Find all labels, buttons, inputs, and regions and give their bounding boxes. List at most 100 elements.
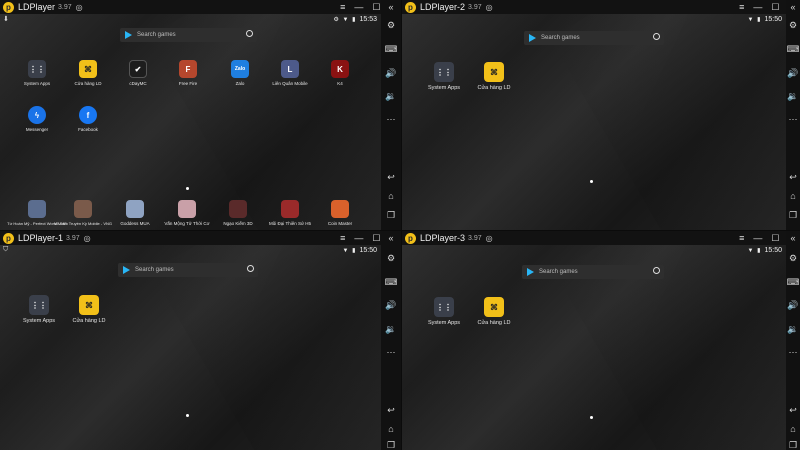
volume-up-icon[interactable]: 🔊 xyxy=(384,66,398,80)
app-label: Zalo xyxy=(235,81,245,86)
android-screen[interactable]: ⛉ ▼ ▮ 15:50 Search games ⋮⋮ System Apps … xyxy=(0,245,381,450)
keyboard-icon[interactable]: ⌨ xyxy=(786,275,800,289)
home-icon[interactable]: ⌂ xyxy=(384,422,398,436)
volume-up-icon[interactable]: 🔊 xyxy=(786,298,800,312)
menu-button[interactable]: ≡ xyxy=(739,2,744,12)
volume-up-icon[interactable]: 🔊 xyxy=(384,298,398,312)
app-label: System Apps xyxy=(427,85,461,91)
android-screen[interactable]: ⬇ ⚙ ▼ ▮ 15:53 Search games ⋮⋮ System App… xyxy=(0,14,381,230)
maximize-button[interactable]: ☐ xyxy=(372,233,380,244)
app-label: Cửa hàng LD xyxy=(72,318,106,324)
collapse-icon[interactable]: « xyxy=(384,0,398,14)
gamepad-icon[interactable]: ◎ xyxy=(76,3,83,12)
collapse-icon[interactable]: « xyxy=(786,231,800,245)
search-bar[interactable]: Search games xyxy=(522,265,664,279)
page-indicator xyxy=(186,187,189,190)
recents-icon[interactable]: ❐ xyxy=(786,208,800,222)
dock-app[interactable]: Coin Master xyxy=(320,200,360,226)
right-toolbar: « ⚙ ⌨ 🔊 🔉 ⋯ ↩ ⌂ ❐ xyxy=(381,0,401,230)
more-icon[interactable]: ⋯ xyxy=(786,345,800,359)
keyboard-icon[interactable]: ⌨ xyxy=(384,42,398,56)
search-icon[interactable] xyxy=(653,267,660,274)
recents-icon[interactable]: ❐ xyxy=(786,438,800,450)
recents-icon[interactable]: ❐ xyxy=(384,208,398,222)
app-messenger[interactable]: ϟ Messenger xyxy=(17,106,57,132)
search-icon[interactable] xyxy=(246,30,253,37)
gear-icon[interactable]: ⚙ xyxy=(384,251,398,265)
gamepad-icon[interactable]: ◎ xyxy=(486,3,493,12)
app-ld-store[interactable]: ⌘ Cửa hàng LD xyxy=(474,297,514,326)
search-bar[interactable]: Search games xyxy=(524,31,664,45)
maximize-button[interactable]: ☐ xyxy=(771,233,779,244)
app-free-fire[interactable]: F Free Fire xyxy=(168,60,208,86)
minimize-button[interactable]: — xyxy=(753,233,762,243)
volume-down-icon[interactable]: 🔉 xyxy=(786,322,800,336)
app-k4[interactable]: K K4 xyxy=(320,60,360,86)
back-icon[interactable]: ↩ xyxy=(384,403,398,417)
app-label: Free Fire xyxy=(178,81,198,86)
more-icon[interactable]: ⋯ xyxy=(384,112,398,126)
dock-app[interactable]: Goddess MUA xyxy=(115,200,155,226)
app-label: cDayMC xyxy=(129,81,147,86)
dock-app[interactable]: Mũi Đại Thiên Sứ H5 xyxy=(269,200,311,226)
recents-icon[interactable]: ❐ xyxy=(384,438,398,450)
search-bar[interactable]: Search games xyxy=(120,28,257,42)
play-store-icon xyxy=(123,266,130,274)
back-icon[interactable]: ↩ xyxy=(786,403,800,417)
game-icon xyxy=(178,200,196,218)
app-system-apps[interactable]: ⋮⋮ System Apps xyxy=(17,60,57,86)
more-icon[interactable]: ⋯ xyxy=(786,112,800,126)
home-icon[interactable]: ⌂ xyxy=(786,422,800,436)
search-bar[interactable]: Search games xyxy=(118,263,258,277)
app-label: Coin Master xyxy=(327,221,353,226)
minimize-button[interactable]: — xyxy=(354,2,363,12)
app-cdaymc[interactable]: ✔ cDayMC xyxy=(118,60,158,86)
app-system-apps[interactable]: ⋮⋮ System Apps xyxy=(19,295,59,324)
app-label: Liên Quân Mobile xyxy=(272,81,308,86)
volume-up-icon[interactable]: 🔊 xyxy=(786,66,800,80)
android-screen[interactable]: ▼ ▮ 15:50 Search games ⋮⋮ System Apps ⌘ … xyxy=(402,245,786,450)
dock-app[interactable]: Ngạo Kiếm 3D xyxy=(218,200,258,226)
back-icon[interactable]: ↩ xyxy=(384,170,398,184)
app-zalo[interactable]: Zalo Zalo xyxy=(220,60,260,86)
app-lien-quan[interactable]: L Liên Quân Mobile xyxy=(270,60,310,86)
more-icon[interactable]: ⋯ xyxy=(384,345,398,359)
keyboard-icon[interactable]: ⌨ xyxy=(786,42,800,56)
right-toolbar: « ⚙ ⌨ 🔊 🔉 ⋯ ↩ ⌂ ❐ xyxy=(786,0,800,230)
app-ld-store[interactable]: ⌘ Cửa hàng LD xyxy=(474,62,514,91)
minimize-button[interactable]: — xyxy=(753,2,762,12)
volume-down-icon[interactable]: 🔉 xyxy=(786,89,800,103)
app-system-apps[interactable]: ⋮⋮ System Apps xyxy=(424,62,464,91)
dock-app[interactable]: Vấn Mộng Tử Thời Cơ xyxy=(164,200,210,226)
collapse-icon[interactable]: « xyxy=(384,231,398,245)
search-icon[interactable] xyxy=(653,33,660,40)
maximize-button[interactable]: ☐ xyxy=(771,2,779,13)
search-placeholder: Search games xyxy=(541,35,580,41)
menu-button[interactable]: ≡ xyxy=(340,233,345,243)
volume-down-icon[interactable]: 🔉 xyxy=(384,89,398,103)
back-icon[interactable]: ↩ xyxy=(786,170,800,184)
maximize-button[interactable]: ☐ xyxy=(372,2,380,13)
volume-down-icon[interactable]: 🔉 xyxy=(384,322,398,336)
dock-app[interactable]: Võ Lâm Truyền Kỳ Mobile - VNG xyxy=(54,200,112,226)
keyboard-icon[interactable]: ⌨ xyxy=(384,275,398,289)
gear-icon[interactable]: ⚙ xyxy=(786,18,800,32)
app-label: Mũi Đại Thiên Sứ H5 xyxy=(269,221,311,226)
gamepad-icon[interactable]: ◎ xyxy=(486,234,493,243)
app-ld-store[interactable]: ⌘ Cửa hàng LD xyxy=(68,60,108,86)
collapse-icon[interactable]: « xyxy=(786,0,800,14)
home-icon[interactable]: ⌂ xyxy=(384,189,398,203)
app-facebook[interactable]: f Facebook xyxy=(68,106,108,132)
minimize-button[interactable]: — xyxy=(354,233,363,243)
menu-button[interactable]: ≡ xyxy=(739,233,744,243)
app-ld-store[interactable]: ⌘ Cửa hàng LD xyxy=(69,295,109,324)
app-system-apps[interactable]: ⋮⋮ System Apps xyxy=(424,297,464,326)
ldplayer-3-window: p LDPlayer-3 3.97 ◎ ≡ — ☐ ✕ ▼ ▮ 15:50 Se… xyxy=(402,231,800,450)
gear-icon[interactable]: ⚙ xyxy=(786,251,800,265)
menu-button[interactable]: ≡ xyxy=(340,2,345,12)
gear-icon[interactable]: ⚙ xyxy=(384,18,398,32)
android-screen[interactable]: ▼ ▮ 15:50 Search games ⋮⋮ System Apps ⌘ … xyxy=(402,14,786,230)
home-icon[interactable]: ⌂ xyxy=(786,189,800,203)
gamepad-icon[interactable]: ◎ xyxy=(84,234,91,243)
search-icon[interactable] xyxy=(247,265,254,272)
